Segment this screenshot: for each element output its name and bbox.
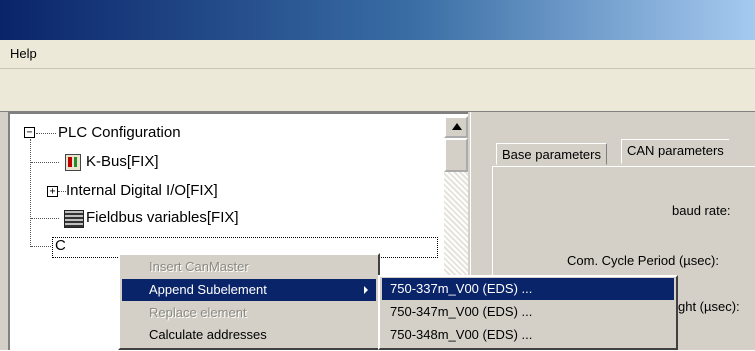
menu-item-replace-element[interactable]: Replace element <box>122 302 376 324</box>
tree-collapse-icon[interactable]: − <box>24 127 35 138</box>
title-bar <box>0 0 755 40</box>
tree-connector-line <box>36 133 56 134</box>
tree-item-plc-configuration[interactable]: PLC Configuration <box>58 124 181 142</box>
tree-expand-icon[interactable]: + <box>47 186 58 197</box>
tab-base-parameters[interactable]: Base parameters <box>496 143 607 165</box>
fieldbus-variables-icon <box>64 210 84 228</box>
tree-connector-line <box>31 162 59 163</box>
menu-item-append-subelement[interactable]: Append Subelement <box>122 279 376 301</box>
tree-connector-line <box>30 139 31 247</box>
kbus-module-icon <box>65 154 81 171</box>
partial-parameter-label: ght (µsec): <box>678 299 740 314</box>
tree-item-fieldbus-variables[interactable]: Fieldbus variables[FIX] <box>86 209 239 227</box>
tree-connector-line <box>58 191 66 192</box>
submenu-arrow-icon <box>364 286 368 294</box>
tab-can-parameters[interactable]: CAN parameters <box>621 139 729 164</box>
scrollbar-thumb[interactable] <box>444 138 468 172</box>
com-cycle-period-label: Com. Cycle Period (µsec): <box>567 253 719 268</box>
append-subelement-submenu: 750-337m_V00 (EDS) ... 750-347m_V00 (EDS… <box>378 275 678 350</box>
toolbar <box>0 69 755 112</box>
menu-help[interactable]: Help <box>8 46 39 61</box>
menu-bar: Help <box>0 40 755 69</box>
menu-item-insert-canmaster[interactable]: Insert CanMaster <box>122 256 376 278</box>
baud-rate-label: baud rate: <box>672 203 731 218</box>
tree-item-internal-digital-io[interactable]: Internal Digital I/O[FIX] <box>66 182 218 200</box>
submenu-item-750-348m[interactable]: 750-348m_V00 (EDS) ... <box>382 324 674 346</box>
context-menu: Insert CanMaster Append Subelement Repla… <box>118 253 380 350</box>
tree-connector-line <box>31 246 51 247</box>
tree-item-kbus[interactable]: K-Bus[FIX] <box>86 153 159 171</box>
menu-item-calculate-addresses[interactable]: Calculate addresses <box>122 324 376 346</box>
submenu-item-750-347m[interactable]: 750-347m_V00 (EDS) ... <box>382 301 674 323</box>
tree-item-canmodule[interactable]: C <box>55 237 66 255</box>
submenu-item-750-337m[interactable]: 750-337m_V00 (EDS) ... <box>382 278 674 300</box>
tree-connector-line <box>31 218 59 219</box>
scroll-up-arrow-icon[interactable] <box>444 116 468 138</box>
